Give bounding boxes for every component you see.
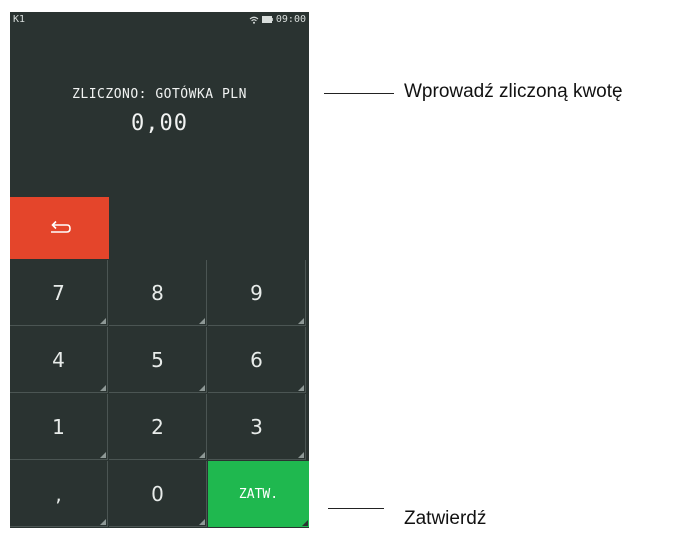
clock: 09:00 <box>275 14 306 25</box>
wifi-icon <box>249 16 259 24</box>
terminal-id: K1 <box>13 14 26 25</box>
key-2[interactable]: 2 <box>109 394 207 460</box>
key-3[interactable]: 3 <box>208 394 306 460</box>
confirm-button[interactable]: ZATW. <box>208 461 309 527</box>
key-comma[interactable]: , <box>10 461 108 527</box>
return-arrow-icon <box>50 220 71 233</box>
key-7[interactable]: 7 <box>10 260 108 326</box>
numeric-keypad: 7 8 9 4 5 6 1 2 3 , 0 ZATW. <box>10 260 309 528</box>
amount-callout-line <box>324 93 394 94</box>
key-4[interactable]: 4 <box>10 327 108 393</box>
status-bar: K1 09:00 <box>10 12 309 30</box>
status-icons: 09:00 <box>249 14 306 25</box>
key-1[interactable]: 1 <box>10 394 108 460</box>
amount-callout-text: Wprowadź zliczoną kwotę <box>404 81 623 102</box>
key-5[interactable]: 5 <box>109 327 207 393</box>
key-0[interactable]: 0 <box>109 461 207 527</box>
key-6[interactable]: 6 <box>208 327 306 393</box>
key-8[interactable]: 8 <box>109 260 207 326</box>
confirm-callout-text: Zatwierdź <box>404 508 487 529</box>
key-9[interactable]: 9 <box>208 260 306 326</box>
counted-label: ZLICZONO: GOTÓWKA PLN <box>72 87 247 102</box>
amount-display: 0,00 <box>131 111 188 136</box>
terminal-screen: K1 09:00 ZLICZONO: GOTÓWKA PLN 0,00 7 8 … <box>10 12 309 528</box>
back-button[interactable] <box>10 197 109 259</box>
confirm-callout-line <box>328 508 384 509</box>
battery-icon <box>261 16 273 23</box>
